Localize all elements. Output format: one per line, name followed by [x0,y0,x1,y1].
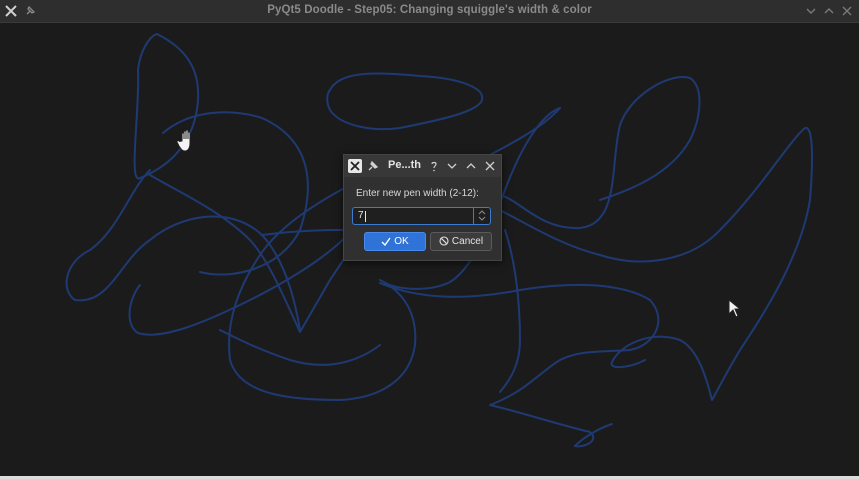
maximize-icon[interactable] [465,160,477,172]
squiggle-stroke [499,229,521,393]
pen-width-spinbox[interactable]: 7 [352,207,491,225]
window-titlebar[interactable]: PyQt5 Doodle - Step05: Changing squiggle… [0,0,859,23]
ok-button[interactable]: OK [364,232,426,251]
cancel-button[interactable]: Cancel [430,232,492,251]
squiggle-stroke [499,76,701,230]
ok-button-label: OK [394,236,409,247]
pen-width-dialog[interactable]: Pe...th Enter new pen width (2-12): 7 OK… [343,154,502,261]
window-title: PyQt5 Doodle - Step05: Changing squiggle… [267,4,592,16]
squiggle-stroke [326,72,484,131]
minimize-icon[interactable] [446,160,458,172]
checkmark-icon [381,237,391,246]
app-logo-icon [348,159,362,173]
dialog-prompt: Enter new pen width (2-12): [356,188,479,199]
close-icon[interactable] [840,4,854,18]
cancel-button-label: Cancel [451,236,484,247]
minimize-icon[interactable] [804,4,818,18]
help-icon[interactable] [428,160,440,172]
hand-cursor-icon [176,129,191,152]
squiggle-stroke [489,127,813,401]
spin-buttons[interactable] [473,208,490,224]
text-caret [365,211,366,222]
arrow-cursor-icon [728,299,742,318]
pen-width-value[interactable]: 7 [358,210,364,221]
pin-icon[interactable] [367,160,379,172]
dialog-titlebar[interactable]: Pe...th [344,155,501,177]
dialog-title: Pe...th [388,159,422,171]
squiggle-stroke [219,329,381,366]
squiggle-stroke [133,33,200,180]
maximize-icon[interactable] [822,4,836,18]
chevron-down-icon[interactable] [477,216,487,222]
close-icon[interactable] [484,160,496,172]
squiggle-stroke [128,219,361,336]
chevron-up-icon[interactable] [477,209,487,215]
cancel-icon [439,236,449,246]
